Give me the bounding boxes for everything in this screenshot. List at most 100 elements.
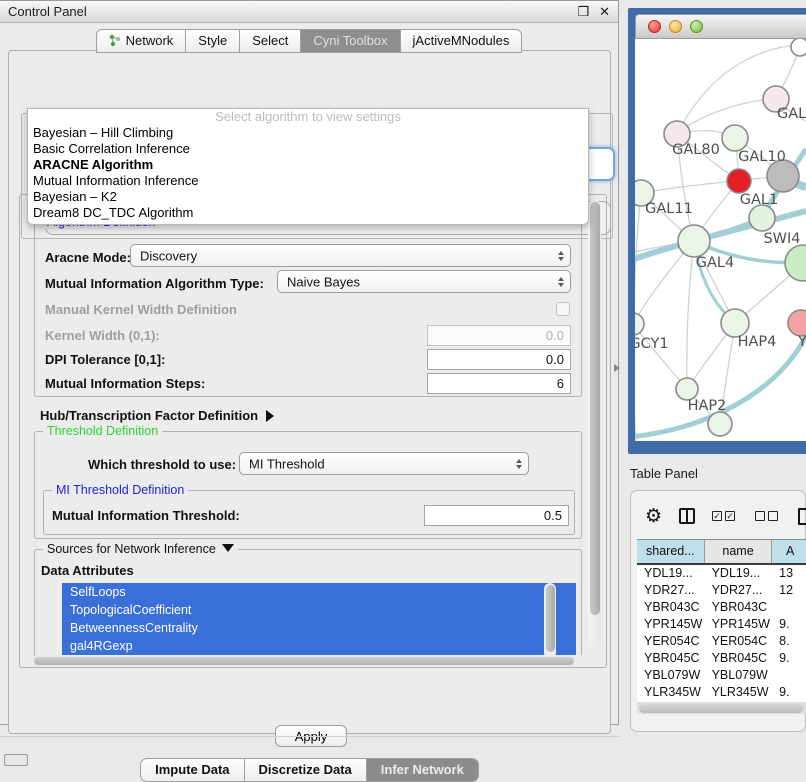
tab-style[interactable]: Style	[186, 29, 240, 53]
algorithm-option[interactable]: Bayesian – K2	[28, 189, 588, 205]
scrollbar-thumb[interactable]	[546, 585, 555, 652]
tab-jactivemnodules[interactable]: jActiveMNodules	[401, 29, 523, 53]
column-header[interactable]: shared...	[637, 540, 705, 563]
scrollbar-thumb[interactable]	[639, 704, 803, 713]
dropdown-item-list: Bayesian – Hill ClimbingBasic Correlatio…	[28, 125, 588, 221]
settings-horizontal-scrollbar[interactable]	[32, 655, 588, 666]
minimize-traffic-light-icon[interactable]	[669, 20, 682, 33]
attribute-item-selected[interactable]: SelfLoops	[62, 583, 576, 601]
dpi-tolerance-label: DPI Tolerance [0,1]:	[45, 352, 165, 367]
manual-kernel-checkbox[interactable]	[556, 302, 570, 316]
which-threshold-combo[interactable]: MI Threshold	[239, 452, 529, 475]
float-window-icon[interactable]: ❒	[577, 4, 589, 20]
kernel-width-value: 0.0	[546, 328, 564, 343]
network-node[interactable]	[708, 412, 732, 436]
table-cell: YDR27...	[637, 582, 705, 599]
attribute-item-selected[interactable]: BetweennessCentrality	[62, 619, 576, 637]
table-row[interactable]: YBR045CYBR045C9.	[637, 650, 806, 667]
network-canvas[interactable]: GALGAL80GAL10GAL1GAL11SWI4GAL4GCY1HAP4YH…	[635, 39, 806, 441]
zoom-traffic-light-icon[interactable]	[690, 20, 703, 33]
corner-widget[interactable]	[4, 754, 28, 766]
aracne-mode-label: Aracne Mode:	[45, 250, 131, 265]
gear-icon[interactable]: ⚙	[645, 507, 662, 526]
tab-label: jActiveMNodules	[413, 33, 510, 48]
select-all-checkboxes-icon[interactable]: ✓✓	[712, 511, 738, 521]
table-row[interactable]: YLR345WYLR345W9.	[637, 684, 806, 701]
data-attributes-list[interactable]: SelfLoopsTopologicalCoefficientBetweenne…	[62, 583, 576, 661]
mi-threshold-definition-group: MI Threshold Definition Mutual Informati…	[43, 490, 575, 535]
network-graph: GALGAL80GAL10GAL1GAL11SWI4GAL4GCY1HAP4YH…	[635, 39, 806, 441]
algorithm-option[interactable]: ARACNE Algorithm	[28, 157, 588, 173]
table-cell: 12	[772, 582, 806, 599]
column-header[interactable]: name	[705, 540, 773, 563]
hub-definition-label: Hub/Transcription Factor Definition	[40, 408, 258, 423]
scrollbar-thumb[interactable]	[34, 657, 574, 665]
table-row[interactable]: YBR043CYBR043C	[637, 599, 806, 616]
network-node-gal4[interactable]	[678, 225, 710, 257]
table-cell: YBR043C	[705, 599, 773, 616]
table-cell: YER054C	[705, 633, 773, 650]
table-cell	[772, 667, 806, 684]
file-icon[interactable]	[798, 508, 806, 525]
network-edge[interactable]	[687, 241, 694, 389]
table-horizontal-scrollbar[interactable]	[637, 702, 806, 714]
tab-label: Select	[252, 33, 288, 48]
table-cell: YER054C	[637, 633, 705, 650]
table-row[interactable]: YPR145WYPR145W9.	[637, 616, 806, 633]
close-window-icon[interactable]: ✕	[599, 4, 610, 20]
algorithm-option[interactable]: Mutual Information Inference	[28, 173, 588, 189]
scrollbar-thumb[interactable]	[590, 202, 600, 615]
algorithm-option[interactable]: Basic Correlation Inference	[28, 141, 588, 157]
network-node-gcy1[interactable]	[635, 313, 644, 335]
network-node[interactable]	[791, 39, 806, 56]
network-node-gal1[interactable]	[727, 169, 751, 193]
network-node-hap2[interactable]	[676, 378, 698, 400]
mi-threshold-field[interactable]: 0.5	[424, 505, 569, 526]
network-node-swi4[interactable]	[749, 205, 775, 231]
attributes-list-scrollbar[interactable]	[544, 583, 556, 659]
table-cell: YBL079W	[705, 667, 773, 684]
mi-algorithm-type-combo[interactable]: Naive Bayes	[277, 270, 571, 293]
algorithm-option[interactable]: Dream8 DC_TDC Algorithm	[28, 205, 588, 221]
kernel-width-field[interactable]: 0.0	[427, 325, 571, 346]
cyni-algorithm-settings-group: Cyni Algorithm Settings Algorithm Defini…	[19, 194, 607, 668]
network-edge[interactable]	[635, 324, 687, 389]
network-node[interactable]	[785, 245, 806, 281]
which-threshold-label: Which threshold to use:	[88, 457, 236, 472]
threshold-definition-title: Threshold Definition	[43, 424, 162, 438]
table-row[interactable]: YDL19...YDL19...13	[637, 565, 806, 582]
dpi-tolerance-field[interactable]: 0.0	[427, 349, 571, 370]
attribute-item-selected[interactable]: TopologicalCoefficient	[62, 601, 576, 619]
table-row[interactable]: YDR27...YDR27...12	[637, 582, 806, 599]
network-node-y[interactable]	[788, 310, 806, 336]
sources-title[interactable]: Sources for Network Inference	[43, 542, 238, 556]
network-node-gal10[interactable]	[722, 125, 748, 151]
algorithm-definition-group: Algorithm Definition Aracne Mode: Discov…	[34, 222, 582, 397]
settings-vertical-scrollbar[interactable]	[588, 200, 601, 649]
table-row[interactable]: YBL079WYBL079W	[637, 667, 806, 684]
close-traffic-light-icon[interactable]	[648, 20, 661, 33]
table-cell: YBL079W	[637, 667, 705, 684]
tab-select[interactable]: Select	[240, 29, 301, 53]
deselect-all-checkboxes-icon[interactable]	[755, 511, 781, 521]
tab-network[interactable]: Network	[96, 29, 187, 53]
table-row[interactable]: YER054CYER054C8.	[637, 633, 806, 650]
node-attribute-table[interactable]: shared...nameA YDL19...YDL19...13YDR27..…	[637, 539, 806, 703]
panel-splitter-arrow[interactable]	[614, 364, 620, 372]
split-columns-icon[interactable]	[679, 508, 695, 524]
tab-label: Style	[198, 33, 227, 48]
network-edge[interactable]	[641, 181, 739, 193]
mi-steps-field[interactable]: 6	[427, 373, 571, 394]
tab-label: Cyni Toolbox	[313, 33, 387, 48]
algorithm-option[interactable]: Bayesian – Hill Climbing	[28, 125, 588, 141]
which-threshold-value: MI Threshold	[249, 456, 325, 471]
control-panel-titlebar[interactable]: Control Panel ❒ ✕	[0, 1, 618, 23]
network-node-hap4[interactable]	[721, 309, 749, 337]
attribute-item-selected[interactable]: gal4RGexp	[62, 637, 576, 655]
column-header[interactable]: A	[772, 540, 806, 563]
table-cell: YPR145W	[705, 616, 773, 633]
network-window-titlebar[interactable]	[635, 14, 806, 39]
aracne-mode-combo[interactable]: Discovery	[130, 244, 571, 267]
hub-definition-toggle[interactable]: Hub/Transcription Factor Definition	[40, 408, 274, 423]
tab-cyni-toolbox[interactable]: Cyni Toolbox	[301, 29, 400, 53]
